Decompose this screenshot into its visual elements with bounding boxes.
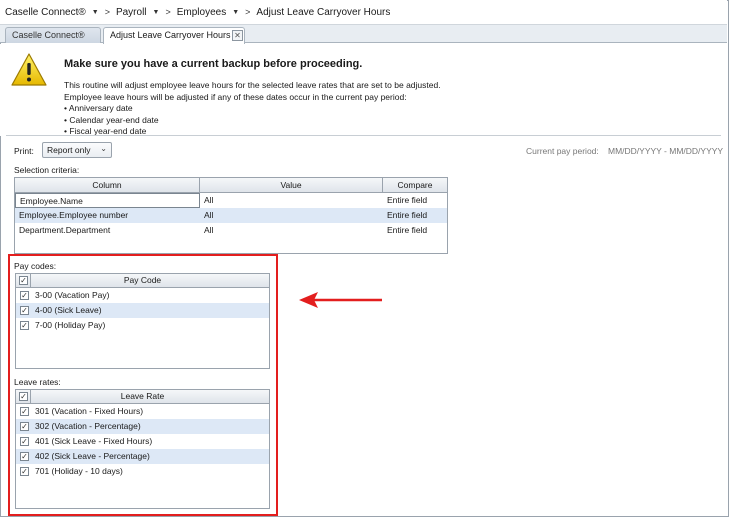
list-header: ✓ Pay Code [16, 274, 269, 288]
checkbox-icon[interactable]: ✓ [20, 452, 29, 461]
list-item-label: 7-00 (Holiday Pay) [35, 320, 106, 330]
print-select[interactable]: Report only ⌄ [42, 142, 112, 158]
warning-bullet: • Calendar year-end date [64, 114, 159, 125]
table-cell-compare[interactable]: Entire field [383, 208, 447, 223]
breadcrumb-separator-icon: > [165, 7, 171, 17]
warning-line: Employee leave hours will be adjusted if… [64, 91, 407, 102]
checkbox-icon[interactable]: ✓ [19, 276, 28, 285]
column-header-value[interactable]: Value [200, 178, 383, 192]
breadcrumb-item-employees[interactable]: Employees [177, 7, 226, 18]
list-item-label: 301 (Vacation - Fixed Hours) [35, 406, 144, 416]
column-header-compare[interactable]: Compare [383, 178, 447, 192]
table-cell-value[interactable]: All [200, 193, 383, 208]
header-separator [30, 390, 31, 403]
list-item[interactable]: ✓ 301 (Vacation - Fixed Hours) [16, 404, 269, 419]
print-label: Print: [14, 146, 34, 156]
warning-icon [11, 53, 47, 86]
chevron-down-icon: ⌄ [100, 144, 107, 153]
table-header: Column Value Compare [15, 178, 447, 193]
list-item-label: 302 (Vacation - Percentage) [35, 421, 141, 431]
table-cell-column[interactable]: Employee.Name [15, 193, 200, 208]
breadcrumb-dropdown-icon[interactable]: ▼ [92, 9, 99, 16]
tab-label: Caselle Connect® [12, 30, 85, 40]
list-item[interactable]: ✓ 302 (Vacation - Percentage) [16, 419, 269, 434]
current-period-value: MM/DD/YYYY - MM/DD/YYYY [608, 146, 724, 156]
table-cell-column[interactable]: Employee.Employee number [15, 208, 200, 223]
breadcrumb-dropdown-icon[interactable]: ▼ [153, 9, 160, 16]
checkbox-icon[interactable]: ✓ [20, 321, 29, 330]
checkbox-icon[interactable]: ✓ [20, 467, 29, 476]
checkbox-icon[interactable]: ✓ [20, 422, 29, 431]
table-row[interactable]: Employee.Name All Entire field [15, 193, 447, 208]
list-item[interactable]: ✓ 402 (Sick Leave - Percentage) [16, 449, 269, 464]
column-header-pay-code[interactable]: Pay Code [124, 275, 161, 285]
breadcrumb-separator-icon: > [245, 7, 251, 17]
tab-label: Adjust Leave Carryover Hours [110, 30, 231, 40]
pay-codes-list: ✓ Pay Code ✓ 3-00 (Vacation Pay) ✓ 4-00 … [15, 273, 270, 369]
column-header-leave-rate[interactable]: Leave Rate [121, 391, 164, 401]
checkbox-icon[interactable]: ✓ [20, 291, 29, 300]
warning-body: This routine will adjust employee leave … [64, 80, 441, 138]
list-item[interactable]: ✓ 401 (Sick Leave - Fixed Hours) [16, 434, 269, 449]
tab-adjust-leave[interactable]: Adjust Leave Carryover Hours ✕ [103, 27, 245, 44]
table-cell-value[interactable]: All [200, 208, 383, 223]
close-icon[interactable]: ✕ [232, 30, 243, 41]
breadcrumb-separator-icon: > [104, 7, 110, 17]
list-item[interactable]: ✓ 4-00 (Sick Leave) [16, 303, 269, 318]
list-item[interactable]: ✓ 3-00 (Vacation Pay) [16, 288, 269, 303]
table-cell-compare[interactable]: Entire field [383, 193, 447, 208]
list-item-label: 3-00 (Vacation Pay) [35, 290, 110, 300]
selection-criteria-table: Column Value Compare Employee.Name All E… [14, 177, 448, 254]
checkbox-icon[interactable]: ✓ [20, 437, 29, 446]
tab-bar: Caselle Connect® Adjust Leave Carryover … [0, 25, 727, 44]
arrow-left-icon [299, 292, 382, 308]
checkbox-icon[interactable]: ✓ [19, 392, 28, 401]
print-select-value: Report only [47, 145, 91, 155]
list-item-label: 701 (Holiday - 10 days) [35, 466, 123, 476]
leave-rates-list: ✓ Leave Rate ✓ 301 (Vacation - Fixed Hou… [15, 389, 270, 509]
leave-rates-label: Leave rates: [14, 377, 61, 387]
breadcrumb-item-current: Adjust Leave Carryover Hours [256, 6, 391, 18]
divider [6, 135, 721, 136]
pay-codes-label: Pay codes: [14, 261, 57, 271]
list-header: ✓ Leave Rate [16, 390, 269, 404]
breadcrumb-dropdown-icon[interactable]: ▼ [232, 9, 239, 16]
list-item-label: 402 (Sick Leave - Percentage) [35, 451, 150, 461]
selection-criteria-label: Selection criteria: [14, 165, 80, 175]
tab-caselle-connect[interactable]: Caselle Connect® [5, 27, 101, 43]
warning-line: This routine will adjust employee leave … [64, 80, 441, 90]
header-separator [30, 274, 31, 287]
table-row[interactable]: Department.Department All Entire field [15, 223, 447, 238]
breadcrumb: Caselle Connect® ▼ > Payroll ▼ > Employe… [0, 0, 727, 25]
checkbox-icon[interactable]: ✓ [20, 306, 29, 315]
warning-panel: Make sure you have a current backup befo… [0, 44, 727, 136]
list-item-label: 4-00 (Sick Leave) [35, 305, 102, 315]
column-header-column[interactable]: Column [15, 178, 200, 192]
current-period-label: Current pay period: [526, 146, 599, 156]
table-cell-value[interactable]: All [200, 223, 383, 238]
checkbox-icon[interactable]: ✓ [20, 407, 29, 416]
breadcrumb-item-payroll[interactable]: Payroll [116, 7, 147, 18]
table-cell-column[interactable]: Department.Department [15, 223, 200, 238]
warning-title: Make sure you have a current backup befo… [64, 58, 363, 70]
table-row[interactable]: Employee.Employee number All Entire fiel… [15, 208, 447, 223]
warning-bullet: • Anniversary date [64, 103, 133, 113]
list-item[interactable]: ✓ 7-00 (Holiday Pay) [16, 318, 269, 333]
list-item[interactable]: ✓ 701 (Holiday - 10 days) [16, 464, 269, 479]
breadcrumb-item-home[interactable]: Caselle Connect® [5, 7, 86, 18]
list-item-label: 401 (Sick Leave - Fixed Hours) [35, 436, 153, 446]
table-cell-compare[interactable]: Entire field [383, 223, 447, 238]
